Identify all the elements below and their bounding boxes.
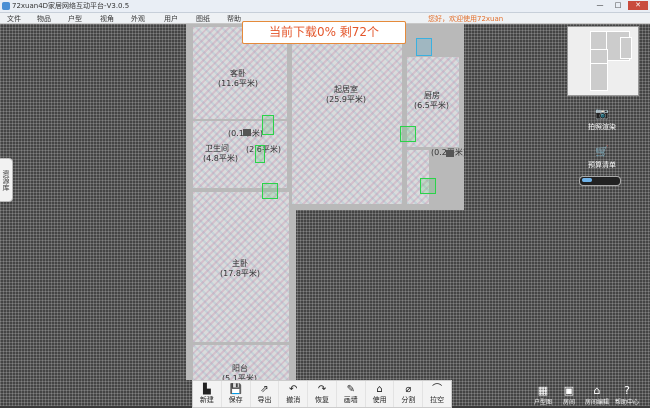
- room-small-area[interactable]: [407, 150, 429, 204]
- redo-button[interactable]: ↷ 恢复: [308, 381, 337, 407]
- marker-icon[interactable]: [243, 129, 251, 136]
- title-bar: 72xuan4D家居网络互动平台-V3.0.5 — □ ✕: [0, 0, 650, 13]
- arc-label: 拉空: [430, 395, 445, 404]
- new-button[interactable]: ▙ 新建: [193, 381, 222, 407]
- zoom-slider[interactable]: [579, 176, 621, 186]
- use-label: 使用: [372, 395, 387, 404]
- maximize-button[interactable]: □: [610, 1, 626, 10]
- menu-help[interactable]: 帮助: [227, 14, 241, 24]
- room-area: (17.8平米): [220, 269, 261, 278]
- bottom-toolbar: ▙ 新建 💾 保存 ⇗ 导出 ↶ 撤消 ↷ 恢复 ✎ 画墙 ⌂ 使用 ⌀ 分割 ⌒ 拉空: [192, 380, 452, 408]
- use-house-icon: ⌂: [376, 383, 383, 395]
- render-photo-button[interactable]: 📷 拍照渲染: [582, 108, 622, 132]
- window-icon[interactable]: [416, 38, 432, 56]
- window-title: 72xuan4D家居网络互动平台-V3.0.5: [12, 2, 130, 10]
- room-area: (4.8平米): [203, 154, 238, 163]
- export-label: 导出: [257, 395, 272, 404]
- download-progress-banner: 当前下载0% 剩72个: [242, 21, 406, 44]
- menu-exterior[interactable]: 外观: [131, 14, 145, 24]
- budget-list-label: 预算清单: [588, 161, 616, 169]
- export-icon: ⇗: [260, 383, 269, 395]
- draw-wall-icon: ✎: [346, 383, 355, 395]
- redo-label: 恢复: [315, 395, 330, 404]
- minimap[interactable]: [567, 26, 639, 96]
- door-icon[interactable]: [262, 115, 274, 135]
- menu-layout[interactable]: 户型: [68, 14, 82, 24]
- room-area: (25.9平米): [326, 95, 367, 104]
- resource-library-tab[interactable]: 资源库: [0, 158, 13, 202]
- menu-drawing[interactable]: 图纸: [196, 14, 210, 24]
- draw-wall-label: 画墙: [343, 395, 358, 404]
- help-center-label: 帮助中心: [614, 399, 639, 406]
- split-icon: ⌀: [405, 383, 412, 395]
- close-button[interactable]: ✕: [628, 1, 648, 10]
- cart-icon: 🛒: [595, 145, 609, 158]
- render-photo-label: 拍照渲染: [588, 123, 616, 131]
- window-controls: — □ ✕: [592, 1, 648, 10]
- door-icon[interactable]: [262, 183, 278, 199]
- split-button[interactable]: ⌀ 分割: [394, 381, 424, 407]
- house-icon: ⌂: [593, 384, 601, 397]
- save-label: 保存: [228, 395, 243, 404]
- arc-button[interactable]: ⌒ 拉空: [423, 381, 451, 407]
- layout-view-label: 户型图: [533, 399, 552, 406]
- camera-icon: 📷: [595, 107, 609, 120]
- help-center-button[interactable]: ? 帮助中心: [612, 384, 642, 406]
- room-view-label: 房间: [562, 399, 575, 406]
- menu-user[interactable]: 用户: [164, 14, 178, 24]
- door-icon[interactable]: [255, 145, 265, 163]
- welcome-text: 您好，欢迎使用72xuan: [428, 15, 504, 23]
- door-icon[interactable]: [420, 178, 436, 194]
- room-area: (6.5平米): [414, 101, 449, 110]
- arc-icon: ⌒: [432, 383, 443, 395]
- undo-icon: ↶: [289, 383, 298, 395]
- redo-icon: ↷: [317, 383, 327, 395]
- minimize-button[interactable]: —: [592, 1, 608, 10]
- new-icon: ▙: [203, 383, 211, 395]
- draw-wall-button[interactable]: ✎ 画墙: [337, 381, 366, 407]
- help-icon: ?: [624, 384, 630, 397]
- new-label: 新建: [199, 395, 214, 404]
- split-label: 分割: [401, 395, 416, 404]
- undo-label: 撤消: [286, 395, 301, 404]
- save-icon: 💾: [229, 383, 242, 395]
- room-living[interactable]: [292, 44, 402, 204]
- use-button[interactable]: ⌂ 使用: [366, 381, 395, 407]
- room-edit-label: 房间编辑: [584, 399, 609, 406]
- menu-file[interactable]: 文件: [7, 14, 21, 24]
- app-icon: [2, 2, 10, 10]
- budget-list-button[interactable]: 🛒 预算清单: [582, 146, 622, 170]
- export-button[interactable]: ⇗ 导出: [251, 381, 280, 407]
- room-view-button[interactable]: ▣ 房间: [554, 384, 584, 406]
- zoom-knob[interactable]: [582, 178, 592, 182]
- marker-icon[interactable]: [446, 150, 454, 157]
- menu-view[interactable]: 视角: [100, 14, 114, 24]
- room-area: (11.6平米): [218, 79, 259, 88]
- door-icon[interactable]: [400, 126, 416, 142]
- menu-items[interactable]: 物品: [37, 14, 51, 24]
- save-button[interactable]: 💾 保存: [222, 381, 251, 407]
- room-icon: ▣: [563, 384, 575, 397]
- undo-button[interactable]: ↶ 撤消: [279, 381, 309, 407]
- room-edit-button[interactable]: ⌂ 房间编辑: [582, 384, 612, 406]
